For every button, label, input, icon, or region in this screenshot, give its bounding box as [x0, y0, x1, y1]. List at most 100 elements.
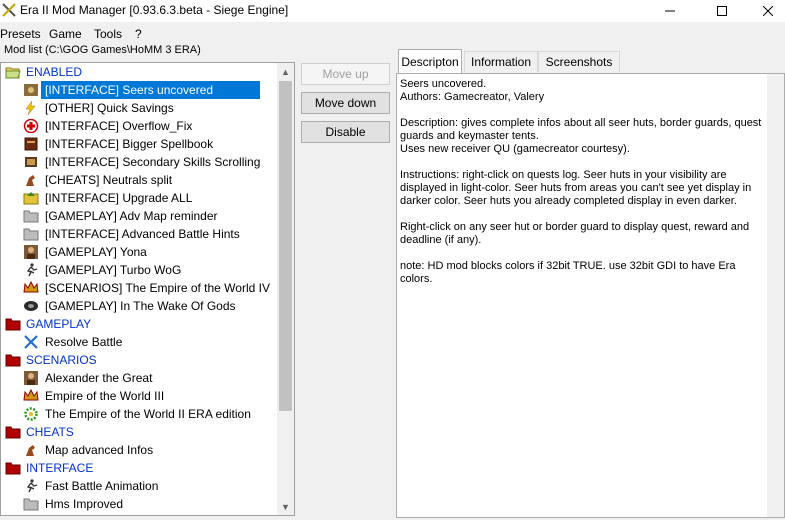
tree-category[interactable]: INTERFACE — [1, 459, 277, 477]
gear-green-icon — [23, 407, 38, 421]
description-text: Seers uncovered. Authors: Gamecreator, V… — [400, 78, 762, 285]
tree-category[interactable]: ENABLED — [1, 63, 277, 81]
upgrade-icon — [23, 191, 39, 205]
creature-icon — [23, 443, 38, 457]
window-title: Era II Mod Manager [0.93.6.3.beta - Sieg… — [20, 3, 289, 17]
tree-item[interactable]: Resolve Battle — [1, 333, 277, 351]
crossed-swords-icon — [23, 335, 38, 349]
crown-icon — [23, 280, 39, 295]
tree-item[interactable]: Hms Improved — [1, 495, 277, 513]
menu-help[interactable]: ? — [135, 27, 142, 41]
wog-icon — [23, 299, 38, 313]
tab-screenshots[interactable]: Screenshots — [538, 51, 620, 72]
move-down-button[interactable]: Move down — [301, 92, 390, 114]
tree-item-label: [SCENARIOS] The Empire of the World IV — [45, 281, 270, 295]
tree-item[interactable]: Alexander the Great — [1, 369, 277, 387]
mod-tree-list: ENABLED [INTERFACE] Seers uncovered [OTHER… — [1, 63, 277, 513]
tree-item-label: [INTERFACE] Bigger Spellbook — [45, 137, 214, 151]
seer-hut-icon — [23, 83, 38, 97]
folder-gray-icon — [23, 227, 39, 241]
tree-item-label: [INTERFACE] Seers uncovered — [41, 81, 260, 99]
tree-item-label: [OTHER] Quick Savings — [45, 101, 174, 115]
tree-item[interactable]: [INTERFACE] Bigger Spellbook — [1, 135, 277, 153]
menu-game[interactable]: Game — [49, 27, 82, 41]
tree-item-label: [INTERFACE] Upgrade ALL — [45, 191, 193, 205]
creature-icon — [23, 173, 38, 187]
folder-red-icon — [5, 461, 21, 475]
minimize-button[interactable] — [647, 0, 693, 22]
tree-category[interactable]: CHEATS — [1, 423, 277, 441]
menu-bar: Presets Game Tools ? — [0, 24, 785, 44]
tree-item[interactable]: [GAMEPLAY] In The Wake Of Gods — [1, 297, 277, 315]
tree-item-label: Empire of the World III — [45, 389, 165, 403]
tree-category[interactable]: SCENARIOS — [1, 351, 277, 369]
lightning-icon — [23, 100, 38, 116]
folder-gray-icon — [23, 209, 39, 223]
mod-tree-scrollbar[interactable]: ▲ ▼ — [277, 63, 294, 515]
tree-item[interactable]: [SCENARIOS] The Empire of the World IV — [1, 279, 277, 297]
tree-item[interactable]: The Empire of the World II ERA edition — [1, 405, 277, 423]
tree-item-label: SCENARIOS — [26, 353, 97, 367]
disable-button[interactable]: Disable — [301, 121, 390, 143]
scroll-up-arrow-icon[interactable]: ▲ — [277, 63, 294, 80]
runner-icon — [23, 479, 38, 493]
menu-presets[interactable]: Presets — [0, 27, 41, 41]
folder-red-icon — [5, 353, 21, 367]
mod-list-path-label: Mod list (C:\GOG Games\HoMM 3 ERA) — [4, 44, 201, 56]
minimize-icon — [665, 10, 675, 12]
folder-red-icon — [5, 317, 21, 331]
tree-item-label: The Empire of the World II ERA edition — [45, 407, 251, 421]
tree-item[interactable]: [INTERFACE] Seers uncovered — [1, 81, 277, 99]
folder-gray-icon — [23, 497, 39, 511]
tree-item-label: [INTERFACE] Advanced Battle Hints — [45, 227, 240, 241]
spellbook-icon — [23, 137, 38, 151]
tree-item[interactable]: [INTERFACE] Advanced Battle Hints — [1, 225, 277, 243]
tree-item-label: GAMEPLAY — [26, 317, 92, 331]
tree-category[interactable]: GAMEPLAY — [1, 315, 277, 333]
tree-item-label: [GAMEPLAY] Adv Map reminder — [45, 209, 218, 223]
description-scrollbar[interactable] — [767, 74, 784, 517]
maximize-button[interactable] — [699, 0, 745, 22]
tree-item-label: Hms Improved — [45, 497, 124, 511]
title-bar: Era II Mod Manager [0.93.6.3.beta - Sieg… — [0, 0, 785, 22]
tree-item-label: Fast Battle Animation — [45, 479, 159, 493]
description-panel: Seers uncovered. Authors: Gamecreator, V… — [396, 73, 785, 518]
portrait-icon — [23, 371, 38, 385]
crown-icon — [23, 388, 39, 403]
tab-information[interactable]: Information — [464, 51, 538, 72]
scroll-icon — [23, 155, 38, 169]
tree-item[interactable]: [INTERFACE] Upgrade ALL — [1, 189, 277, 207]
runner-icon — [23, 263, 38, 277]
mod-tree[interactable]: ENABLED [INTERFACE] Seers uncovered [OTHER… — [0, 62, 295, 516]
tree-item[interactable]: [GAMEPLAY] Adv Map reminder — [1, 207, 277, 225]
tree-item-label: [CHEATS] Neutrals split — [45, 173, 173, 187]
portrait-icon — [23, 245, 38, 259]
tree-item-label: [INTERFACE] Secondary Skills Scrolling — [45, 155, 261, 169]
menu-tools[interactable]: Tools — [94, 27, 122, 41]
tree-item[interactable]: Map advanced Infos — [1, 441, 277, 459]
tree-item[interactable]: Fast Battle Animation — [1, 477, 277, 495]
tree-item[interactable]: [OTHER] Quick Savings — [1, 99, 277, 117]
close-icon — [763, 6, 773, 16]
folder-red-icon — [5, 425, 21, 439]
folder-open-icon — [5, 65, 21, 79]
tab-description[interactable]: Descripton — [398, 49, 462, 73]
tree-item[interactable]: [GAMEPLAY] Turbo WoG — [1, 261, 277, 279]
crossed-swords-icon — [2, 3, 16, 17]
move-up-button[interactable]: Move up — [301, 63, 390, 85]
red-cross-icon — [23, 118, 39, 134]
tree-item[interactable]: [INTERFACE] Secondary Skills Scrolling — [1, 153, 277, 171]
tree-item-label: [INTERFACE] Overflow_Fix — [45, 119, 193, 133]
maximize-icon — [717, 6, 727, 16]
tree-item-label: Map advanced Infos — [45, 443, 154, 457]
tree-item-label: CHEATS — [26, 425, 74, 439]
tree-item[interactable]: Empire of the World III — [1, 387, 277, 405]
close-button[interactable] — [745, 0, 785, 22]
tree-item[interactable]: [CHEATS] Neutrals split — [1, 171, 277, 189]
tree-item-label: Resolve Battle — [45, 335, 123, 349]
scroll-down-arrow-icon[interactable]: ▼ — [277, 498, 294, 515]
tree-item[interactable]: [INTERFACE] Overflow_Fix — [1, 117, 277, 135]
scrollbar-thumb[interactable] — [279, 81, 292, 411]
tree-item-label: [GAMEPLAY] Yona — [45, 245, 147, 259]
tree-item[interactable]: [GAMEPLAY] Yona — [1, 243, 277, 261]
